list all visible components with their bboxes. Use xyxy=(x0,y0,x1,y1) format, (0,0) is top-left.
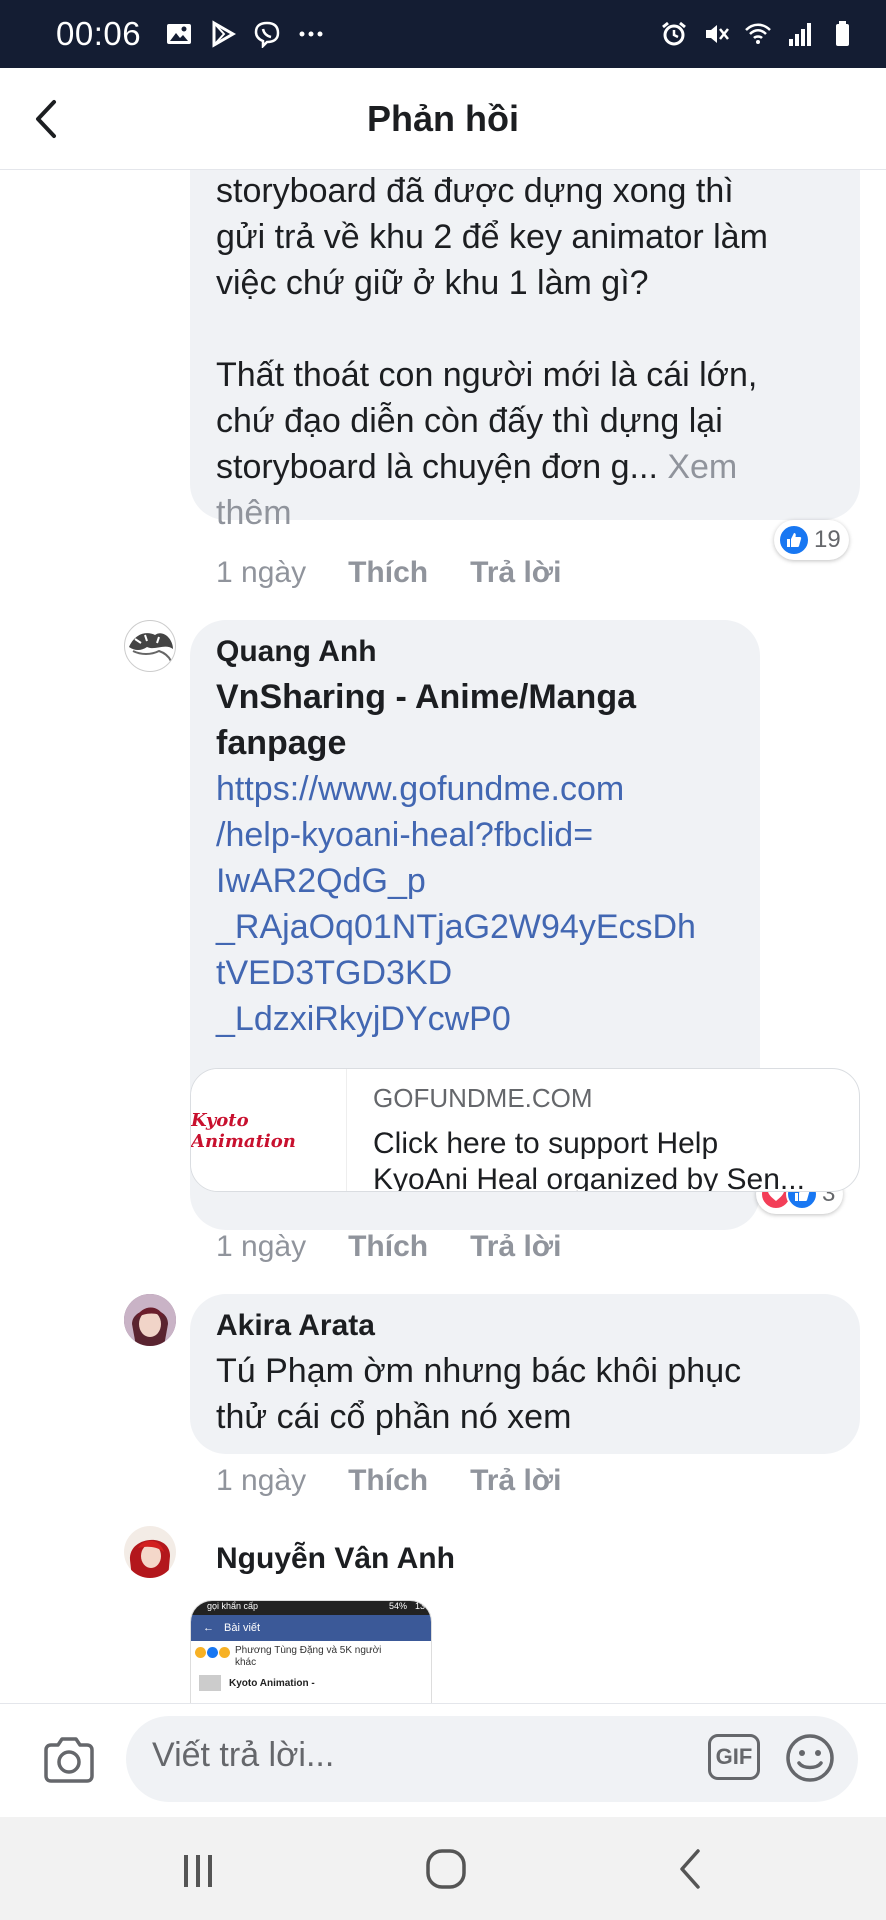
viber-icon xyxy=(254,21,280,48)
tagged-page[interactable]: fanpage xyxy=(216,720,734,766)
comment-bubble[interactable]: Akira Arata Tú Phạm ờm nhưng bác khôi ph… xyxy=(190,1294,860,1454)
link-title: Click here to support Help xyxy=(373,1127,719,1160)
wifi-icon xyxy=(745,23,771,44)
like-button[interactable]: Thích xyxy=(348,556,428,590)
comment-link[interactable]: https://www.gofundme.com xyxy=(216,766,734,812)
comment-time: 1 ngày xyxy=(216,1464,307,1497)
comment-actions: 1 ngày Thích Trả lời xyxy=(216,1464,561,1498)
sad-reaction-icon xyxy=(219,1647,230,1658)
attached-post-author: Kyoto Animation - xyxy=(229,1677,315,1689)
comment-link[interactable]: _LdzxiRkyjDYcwP0 xyxy=(216,996,734,1042)
comment-actions: 1 ngày Thích Trả lời xyxy=(216,556,561,590)
replies-list[interactable]: storyboard đã được dựng xong thì gửi trả… xyxy=(0,170,886,1703)
gallery-icon xyxy=(167,24,192,44)
system-nav-bar xyxy=(0,1817,886,1920)
comment-link[interactable]: IwAR2QdG_p xyxy=(216,858,734,904)
anime-avatar-icon xyxy=(124,1294,176,1346)
reply-button[interactable]: Trả lời xyxy=(470,1230,561,1264)
comment-time: 1 ngày xyxy=(216,556,307,589)
comment-text-line: storyboard là chuyện đơn g... Xem xyxy=(216,444,834,490)
comment-actions: 1 ngày Thích Trả lời xyxy=(216,1230,561,1264)
emoji-icon[interactable] xyxy=(784,1732,836,1784)
status-bar: 00:06 xyxy=(0,0,886,68)
attached-reactions-text: Phương Tùng Đặng và 5K người xyxy=(235,1645,382,1656)
avatar[interactable] xyxy=(124,1526,176,1578)
like-reaction-icon xyxy=(778,524,810,556)
battery-icon xyxy=(836,21,849,46)
thumbnail-brand-text: Kyoto Animation xyxy=(191,1110,296,1152)
reply-button[interactable]: Trả lời xyxy=(470,1464,561,1498)
play-store-icon xyxy=(212,20,237,48)
notification-icons xyxy=(165,20,325,48)
see-more-link[interactable]: Xem xyxy=(667,448,737,486)
manga-avatar-icon xyxy=(129,633,173,662)
reply-input[interactable]: Viết trả lời... GIF xyxy=(126,1716,858,1802)
attached-post-thumb xyxy=(199,1675,221,1691)
alarm-icon xyxy=(662,21,686,46)
see-more-link[interactable]: thêm xyxy=(216,490,834,536)
system-icons xyxy=(660,20,856,48)
reaction-summary[interactable]: 19 xyxy=(774,520,849,560)
signal-icon xyxy=(789,23,811,46)
page-title: Phản hồi xyxy=(367,98,519,139)
back-nav-icon[interactable] xyxy=(676,1847,706,1891)
comment-text-line: Tú Phạm ờm nhưng bác khôi phục xyxy=(216,1352,742,1390)
attached-title: Bài viết xyxy=(224,1622,261,1634)
comment-text-line-part: storyboard là chuyện đơn g... xyxy=(216,448,658,486)
comment-author[interactable]: Quang Anh xyxy=(216,630,734,674)
attached-image[interactable]: gọi khẩn cấp 54% 13 ← Bài viết Phương Tù… xyxy=(190,1600,432,1703)
comment-time: 1 ngày xyxy=(216,1230,307,1263)
comment-author[interactable]: Nguyễn Vân Anh xyxy=(216,1542,455,1576)
reply-button[interactable]: Trả lời xyxy=(470,556,561,590)
attached-reactions-text: khác xyxy=(235,1657,257,1668)
comment-link[interactable]: _RAjaOq01NTjaG2W94yEcsDh xyxy=(216,904,734,950)
like-button[interactable]: Thích xyxy=(348,1230,428,1264)
avatar[interactable] xyxy=(124,620,176,672)
comment-link[interactable]: /help-kyoani-heal?fbclid= xyxy=(216,812,734,858)
attached-reactions: Phương Tùng Đặng và 5K người khác xyxy=(191,1641,431,1669)
gif-button[interactable]: GIF xyxy=(708,1734,760,1780)
comment-text-line: storyboard đã được dựng xong thì xyxy=(216,172,734,210)
tagged-page[interactable]: VnSharing - Anime/Manga xyxy=(216,674,734,720)
mute-icon xyxy=(706,25,729,43)
comment-author[interactable]: Akira Arata xyxy=(216,1304,834,1348)
anime-avatar-icon xyxy=(124,1526,176,1578)
gif-label: GIF xyxy=(715,1744,753,1769)
attached-app-bar: ← Bài viết xyxy=(191,1615,431,1641)
comment-bubble[interactable]: storyboard đã được dựng xong thì gửi trả… xyxy=(190,170,860,532)
comment-text-line: thử cái cổ phần nó xem xyxy=(216,1398,572,1436)
comment-text-line: Thất thoát con người mới là cái lớn, xyxy=(216,356,758,394)
attached-post-row: Kyoto Animation - xyxy=(191,1669,431,1697)
attached-back-icon: ← xyxy=(203,1622,214,1634)
attached-clock-text: 13 xyxy=(414,1601,425,1611)
comment-text-line: việc chứ giữ ở khu 1 làm gì? xyxy=(216,264,649,302)
status-time: 00:06 xyxy=(56,15,142,52)
home-icon[interactable] xyxy=(424,1847,468,1891)
more-icon xyxy=(299,31,323,37)
attached-reaction-icons xyxy=(195,1647,230,1658)
comment-text-line: gửi trả về khu 2 để key animator làm xyxy=(216,218,768,256)
attached-status-bar: gọi khẩn cấp 54% 13 xyxy=(191,1601,431,1615)
camera-icon[interactable] xyxy=(42,1736,96,1784)
reply-input-placeholder: Viết trả lời... xyxy=(152,1736,335,1774)
attached-status-text: gọi khẩn cấp xyxy=(207,1601,259,1611)
link-domain: GOFUNDME.COM xyxy=(373,1083,593,1113)
link-thumbnail: Kyoto Animation xyxy=(191,1069,347,1191)
header: Phản hồi xyxy=(0,68,886,170)
recent-apps-icon[interactable] xyxy=(180,1851,216,1891)
haha-reaction-icon xyxy=(195,1647,206,1658)
avatar[interactable] xyxy=(124,1294,176,1346)
attached-battery-text: 54% xyxy=(388,1601,407,1611)
link-preview-card[interactable]: Kyoto Animation GOFUNDME.COM Click here … xyxy=(190,1068,860,1192)
reply-composer: Viết trả lời... GIF xyxy=(0,1703,886,1817)
like-button[interactable]: Thích xyxy=(348,1464,428,1498)
reaction-count: 19 xyxy=(814,526,841,553)
comment-text-line: chứ đạo diễn còn đấy thì dựng lại xyxy=(216,402,723,440)
like-reaction-icon xyxy=(207,1647,218,1658)
link-title: KyoAni Heal organized by Sen... xyxy=(373,1163,805,1192)
comment-link[interactable]: tVED3TGD3KD xyxy=(216,950,734,996)
